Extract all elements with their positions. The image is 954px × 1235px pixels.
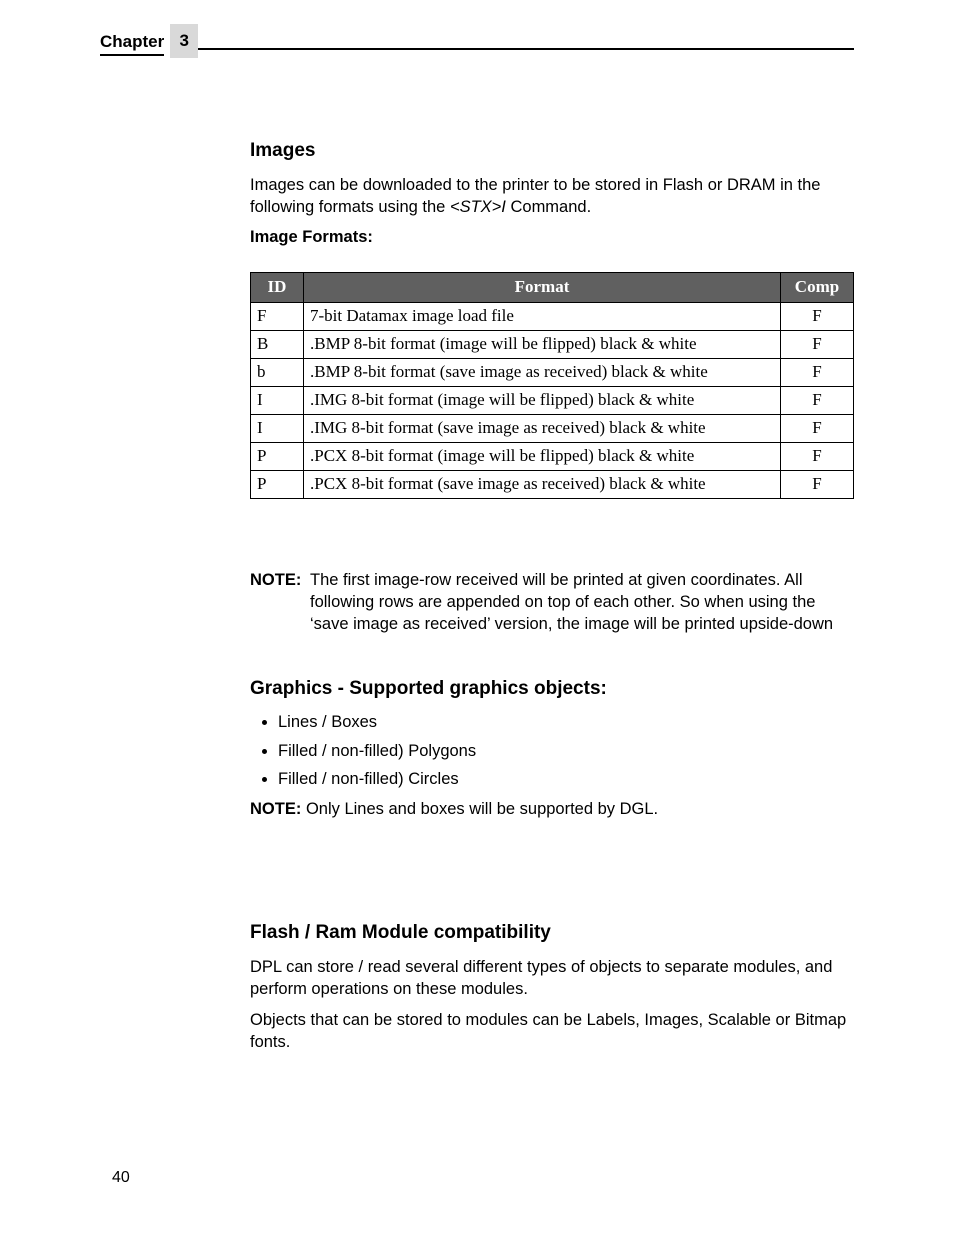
cell-format: 7-bit Datamax image load file bbox=[304, 303, 781, 331]
cell-format: .BMP 8-bit format (image will be flipped… bbox=[304, 331, 781, 359]
cell-id: P bbox=[251, 471, 304, 499]
cell-format: .PCX 8-bit format (image will be flipped… bbox=[304, 443, 781, 471]
page-header: Chapter 3 bbox=[100, 30, 854, 58]
table-row: I.IMG 8-bit format (image will be flippe… bbox=[251, 387, 854, 415]
cell-comp: F bbox=[781, 359, 854, 387]
chapter-number: 3 bbox=[170, 24, 198, 58]
cell-id: P bbox=[251, 443, 304, 471]
note-block-2: NOTE: Only Lines and boxes will be suppo… bbox=[250, 798, 854, 820]
th-format: Format bbox=[304, 273, 781, 303]
cell-comp: F bbox=[781, 331, 854, 359]
images-intro-b: Command. bbox=[506, 198, 591, 216]
cell-id: B bbox=[251, 331, 304, 359]
th-comp: Comp bbox=[781, 273, 854, 303]
cell-comp: F bbox=[781, 471, 854, 499]
images-cmd: <STX>I bbox=[450, 198, 506, 216]
graphics-list: Lines / Boxes Filled / non-filled) Polygo… bbox=[250, 711, 854, 790]
heading-flash: Flash / Ram Module compatibility bbox=[250, 920, 854, 946]
note-text-body: Only Lines and boxes will be supported b… bbox=[306, 800, 658, 818]
cell-id: I bbox=[251, 387, 304, 415]
cell-id: I bbox=[251, 415, 304, 443]
chapter-label: Chapter bbox=[100, 32, 164, 56]
header-rule bbox=[198, 48, 854, 50]
cell-comp: F bbox=[781, 443, 854, 471]
flash-p1: DPL can store / read several different t… bbox=[250, 956, 854, 1001]
cell-id: F bbox=[251, 303, 304, 331]
cell-comp: F bbox=[781, 415, 854, 443]
cell-format: .BMP 8-bit format (save image as receive… bbox=[304, 359, 781, 387]
cell-format: .IMG 8-bit format (image will be flipped… bbox=[304, 387, 781, 415]
cell-id: b bbox=[251, 359, 304, 387]
page-number: 40 bbox=[112, 1169, 130, 1187]
note-text: The first image-row received will be pri… bbox=[310, 569, 854, 636]
images-intro: Images can be downloaded to the printer … bbox=[250, 174, 854, 219]
cell-format: .PCX 8-bit format (save image as receive… bbox=[304, 471, 781, 499]
list-item: Filled / non-filled) Polygons bbox=[278, 740, 854, 762]
heading-graphics: Graphics - Supported graphics objects: bbox=[250, 676, 854, 702]
note-label: NOTE: bbox=[250, 800, 301, 818]
image-formats-label: Image Formats: bbox=[250, 226, 854, 248]
heading-images: Images bbox=[250, 138, 854, 164]
table-row: b.BMP 8-bit format (save image as receiv… bbox=[251, 359, 854, 387]
table-header-row: ID Format Comp bbox=[251, 273, 854, 303]
th-id: ID bbox=[251, 273, 304, 303]
note-block-1: NOTE: The first image-row received will … bbox=[250, 569, 854, 636]
list-item: Filled / non-filled) Circles bbox=[278, 768, 854, 790]
note-label: NOTE: bbox=[250, 569, 310, 636]
table-row: I.IMG 8-bit format (save image as receiv… bbox=[251, 415, 854, 443]
table-row: B.BMP 8-bit format (image will be flippe… bbox=[251, 331, 854, 359]
cell-comp: F bbox=[781, 303, 854, 331]
list-item: Lines / Boxes bbox=[278, 711, 854, 733]
table-row: P.PCX 8-bit format (image will be flippe… bbox=[251, 443, 854, 471]
table-row: P.PCX 8-bit format (save image as receiv… bbox=[251, 471, 854, 499]
cell-format: .IMG 8-bit format (save image as receive… bbox=[304, 415, 781, 443]
image-formats-table: ID Format Comp F7-bit Datamax image load… bbox=[250, 272, 854, 499]
cell-comp: F bbox=[781, 387, 854, 415]
flash-p2: Objects that can be stored to modules ca… bbox=[250, 1009, 854, 1054]
table-row: F7-bit Datamax image load fileF bbox=[251, 303, 854, 331]
page-content: Images Images can be downloaded to the p… bbox=[250, 138, 854, 1053]
